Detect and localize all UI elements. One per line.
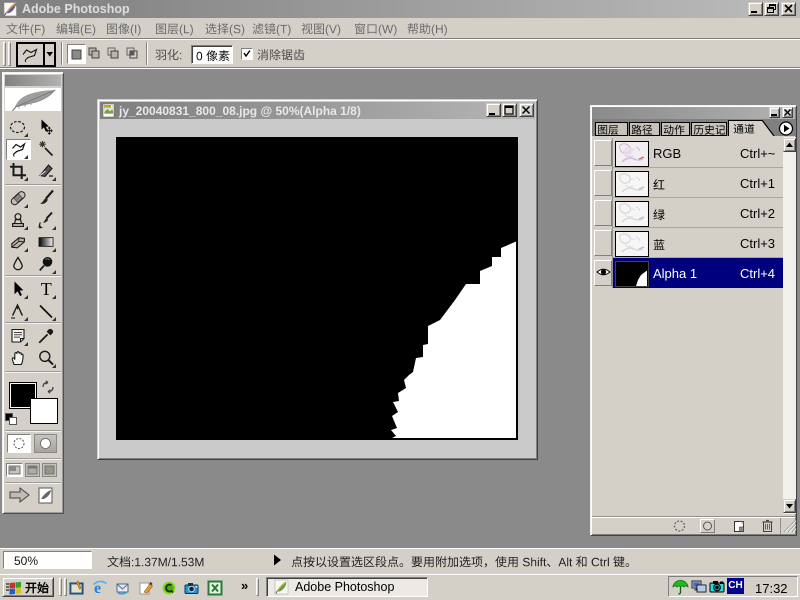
svg-text:T: T bbox=[41, 280, 52, 298]
